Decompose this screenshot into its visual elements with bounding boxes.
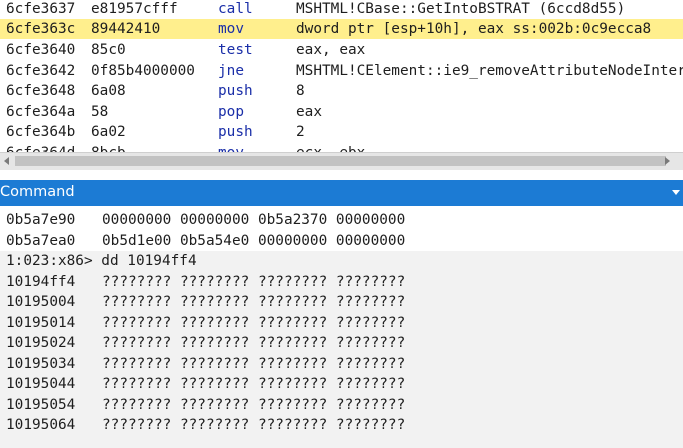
disasm-mnemonic: call	[218, 1, 253, 17]
disasm-address: 6cfe3640	[6, 42, 76, 58]
disasm-mnemonic: pop	[218, 104, 244, 120]
memory-values: ???????? ???????? ???????? ????????	[102, 376, 406, 393]
output-line: 10195034 ???????? ???????? ???????? ????…	[0, 354, 683, 374]
output-line: 0b5a7e90 00000000 00000000 0b5a2370 0000…	[0, 210, 683, 230]
output-line: 10195054 ???????? ???????? ???????? ????…	[0, 395, 683, 415]
disasm-address: 6cfe364b	[6, 124, 76, 140]
disasm-operands: MSHTML!CBase::GetIntoBSTRAT (6ccd8d55)	[296, 1, 626, 17]
disasm-row[interactable]: 6cfe364b 6a02 push 2	[0, 122, 683, 142]
scrollbar-thumb[interactable]	[15, 156, 666, 166]
disasm-address: 6cfe3642	[6, 63, 76, 79]
disasm-bytes: 0f85b4000000	[91, 63, 195, 79]
panel-menu-dropdown-icon[interactable]	[672, 190, 680, 195]
output-line: 10195064 ???????? ???????? ???????? ????…	[0, 415, 683, 435]
disasm-operands: eax	[296, 104, 322, 120]
command-title-bar[interactable]: Command	[0, 180, 683, 206]
disasm-bytes: e81957cfff	[91, 1, 178, 17]
disasm-bytes: 58	[91, 104, 109, 120]
memory-address: 10194ff4	[6, 273, 76, 290]
disasm-row[interactable]: 6cfe364a 58 pop eax	[0, 102, 683, 122]
scroll-right-arrow-icon[interactable]	[665, 157, 670, 165]
disasm-operands: ecx, ebx	[296, 143, 365, 152]
memory-address: 10195054	[6, 396, 76, 413]
pane-separator	[0, 170, 683, 180]
scroll-left-arrow-icon[interactable]	[4, 157, 9, 165]
disasm-mnemonic: test	[218, 42, 253, 58]
output-line: 10194ff4 ???????? ???????? ???????? ????…	[0, 272, 683, 292]
memory-address: 10195034	[6, 355, 76, 372]
command-panel-title: Command	[0, 184, 75, 200]
disasm-row[interactable]: 6cfe3648 6a08 push 8	[0, 81, 683, 101]
disasm-mnemonic: jne	[218, 63, 244, 79]
output-line: 10195014 ???????? ???????? ???????? ????…	[0, 313, 683, 333]
command-output[interactable]: 0b5a7e90 00000000 00000000 0b5a2370 0000…	[0, 206, 683, 448]
memory-address: 10195044	[6, 376, 76, 393]
disasm-address: 6cfe364a	[6, 104, 76, 120]
disasm-bytes: 89442410	[91, 21, 161, 37]
memory-values: ???????? ???????? ???????? ????????	[102, 396, 406, 413]
disasm-row-current[interactable]: 6cfe363c 89442410 mov dword ptr [esp+10h…	[0, 19, 683, 39]
disasm-row[interactable]: 6cfe3642 0f85b4000000 jne MSHTML!CElemen…	[0, 61, 683, 81]
horizontal-scrollbar[interactable]	[0, 152, 683, 170]
disasm-bytes: 85c0	[91, 42, 126, 58]
disasm-row-partial[interactable]: 6cfe364d 8bcb mov ecx, ebx	[0, 143, 683, 152]
disasm-row[interactable]: 6cfe3637 e81957cfff call MSHTML!CBase::G…	[0, 0, 683, 19]
disasm-address: 6cfe364d	[6, 143, 75, 152]
command-prompt: 1:023:x86> dd 10194ff4	[6, 253, 197, 269]
memory-values: 00000000 00000000 0b5a2370 00000000	[102, 212, 406, 228]
disasm-bytes: 8bcb	[91, 143, 126, 152]
output-line: 10195044 ???????? ???????? ???????? ????…	[0, 374, 683, 394]
disassembly-pane[interactable]: 6cfe3637 e81957cfff call MSHTML!CBase::G…	[0, 0, 683, 152]
memory-values: ???????? ???????? ???????? ????????	[102, 355, 406, 372]
memory-address: 10195024	[6, 335, 76, 352]
disasm-mnemonic: push	[218, 124, 253, 140]
disasm-operands: 8	[296, 83, 305, 99]
disasm-mnemonic: mov	[218, 21, 244, 37]
disasm-operands: 2	[296, 124, 305, 140]
disasm-operands: MSHTML!CElement::ie9_removeAttributeNode…	[296, 63, 683, 79]
memory-address: 0b5a7ea0	[6, 233, 76, 249]
disasm-address: 6cfe363c	[6, 21, 76, 37]
debugger-window: 6cfe3637 e81957cfff call MSHTML!CBase::G…	[0, 0, 683, 448]
memory-values: ???????? ???????? ???????? ????????	[102, 314, 406, 331]
disasm-operands: dword ptr [esp+10h], eax ss:002b:0c9ecca…	[296, 21, 652, 37]
memory-values: ???????? ???????? ???????? ????????	[102, 335, 406, 352]
memory-values: ???????? ???????? ???????? ????????	[102, 273, 406, 290]
disasm-mnemonic: mov	[218, 143, 244, 152]
disasm-row[interactable]: 6cfe3640 85c0 test eax, eax	[0, 40, 683, 60]
memory-address: 0b5a7e90	[6, 212, 76, 228]
disasm-operands: eax, eax	[296, 42, 366, 58]
memory-address: 10195064	[6, 417, 76, 434]
command-prompt-line: 1:023:x86> dd 10194ff4	[0, 251, 683, 271]
disasm-bytes: 6a08	[91, 83, 126, 99]
memory-address: 10195004	[6, 294, 76, 311]
output-line: 10195024 ???????? ???????? ???????? ????…	[0, 333, 683, 353]
disasm-mnemonic: push	[218, 83, 253, 99]
output-line: 0b5a7ea0 0b5d1e00 0b5a54e0 00000000 0000…	[0, 231, 683, 251]
output-line: 10195004 ???????? ???????? ???????? ????…	[0, 292, 683, 312]
memory-values: 0b5d1e00 0b5a54e0 00000000 00000000	[102, 233, 406, 249]
memory-values: ???????? ???????? ???????? ????????	[102, 417, 406, 434]
disasm-address: 6cfe3648	[6, 83, 76, 99]
disasm-bytes: 6a02	[91, 124, 126, 140]
disasm-address: 6cfe3637	[6, 1, 76, 17]
memory-address: 10195014	[6, 314, 76, 331]
memory-values: ???????? ???????? ???????? ????????	[102, 294, 406, 311]
